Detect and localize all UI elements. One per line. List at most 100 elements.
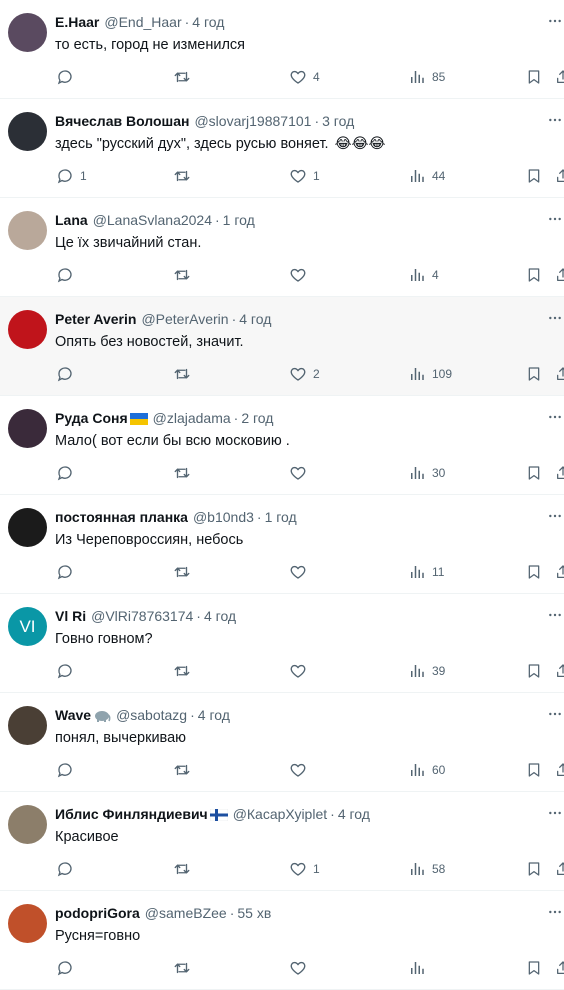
author-handle[interactable]: @КасарХуiplet (233, 806, 327, 822)
like-button[interactable]: 2 (289, 363, 320, 385)
more-horizontal-icon[interactable] (546, 111, 564, 129)
bookmark-button[interactable] (526, 363, 542, 385)
reply-button[interactable] (56, 858, 80, 880)
reply-button[interactable] (56, 66, 80, 88)
tweet-reply[interactable]: Вячеслав Волошан @slovarj19887101 · 3 го… (0, 99, 564, 198)
tweet-reply[interactable]: Руда Соня @zlajadama · 2 год Мало( вот е… (0, 396, 564, 495)
bookmark-button[interactable] (526, 957, 542, 979)
reply-button[interactable] (56, 561, 80, 583)
retweet-button[interactable] (172, 66, 192, 88)
more-horizontal-icon[interactable] (546, 309, 564, 327)
author-handle[interactable]: @sabotazg (116, 707, 187, 723)
author-handle[interactable]: @sameBZee (145, 905, 227, 921)
reply-button[interactable] (56, 264, 80, 286)
timestamp[interactable]: 1 год (265, 509, 297, 525)
like-button[interactable] (289, 561, 313, 583)
retweet-button[interactable] (172, 660, 192, 682)
timestamp[interactable]: 4 год (198, 707, 230, 723)
views-button[interactable]: 58 (408, 858, 445, 880)
author-name[interactable]: E.Haar (55, 14, 99, 30)
more-horizontal-icon[interactable] (546, 903, 564, 921)
avatar[interactable] (8, 409, 47, 448)
author-handle[interactable]: @zlajadama (153, 410, 231, 426)
share-button[interactable] (555, 165, 564, 187)
like-button[interactable]: 4 (289, 66, 320, 88)
reply-button[interactable] (56, 759, 80, 781)
author-handle[interactable]: @PeterAverin (141, 311, 228, 327)
timestamp[interactable]: 4 год (239, 311, 271, 327)
bookmark-button[interactable] (526, 660, 542, 682)
author-name[interactable]: Lana (55, 212, 88, 228)
tweet-reply[interactable]: E.Haar @End_Haar · 4 год то есть, город … (0, 0, 564, 99)
timestamp[interactable]: 1 год (223, 212, 255, 228)
views-button[interactable]: 60 (408, 759, 445, 781)
views-button[interactable]: 109 (408, 363, 452, 385)
more-horizontal-icon[interactable] (546, 804, 564, 822)
tweet-reply[interactable]: Peter Averin @PeterAverin · 4 год Опять … (0, 297, 564, 396)
reply-button[interactable] (56, 660, 80, 682)
author-name[interactable]: Руда Соня (55, 410, 128, 426)
bookmark-button[interactable] (526, 858, 542, 880)
avatar[interactable] (8, 805, 47, 844)
avatar[interactable] (8, 310, 47, 349)
author-name[interactable]: Vl Ri (55, 608, 86, 624)
author-handle[interactable]: @LanaSvlana2024 (93, 212, 212, 228)
author-handle[interactable]: @VlRi78763174 (91, 608, 193, 624)
timestamp[interactable]: 4 год (192, 14, 224, 30)
author-handle[interactable]: @slovarj19887101 (194, 113, 311, 129)
author-name[interactable]: Иблис Финляндиевич (55, 806, 208, 822)
retweet-button[interactable] (172, 561, 192, 583)
timestamp[interactable]: 2 год (241, 410, 273, 426)
author-name[interactable]: Wave (55, 707, 91, 723)
author-handle[interactable]: @End_Haar (104, 14, 181, 30)
share-button[interactable] (555, 660, 564, 682)
bookmark-button[interactable] (526, 462, 542, 484)
like-button[interactable] (289, 957, 313, 979)
reply-button[interactable] (56, 363, 80, 385)
retweet-button[interactable] (172, 858, 192, 880)
like-button[interactable]: 1 (289, 858, 320, 880)
more-horizontal-icon[interactable] (546, 606, 564, 624)
tweet-reply[interactable]: podopriGora @sameBZee · 55 хв Русня=говн… (0, 891, 564, 990)
like-button[interactable] (289, 264, 313, 286)
avatar[interactable] (8, 211, 47, 250)
timestamp[interactable]: 4 год (338, 806, 370, 822)
reply-button[interactable]: 1 (56, 165, 87, 187)
tweet-reply[interactable]: постоянная планка @b10nd3 · 1 год Из Чер… (0, 495, 564, 594)
retweet-button[interactable] (172, 165, 192, 187)
author-name[interactable]: Вячеслав Волошан (55, 113, 189, 129)
share-button[interactable] (555, 264, 564, 286)
more-horizontal-icon[interactable] (546, 12, 564, 30)
views-button[interactable]: 39 (408, 660, 445, 682)
avatar[interactable] (8, 904, 47, 943)
avatar[interactable] (8, 706, 47, 745)
avatar[interactable] (8, 112, 47, 151)
tweet-reply[interactable]: Иблис Финляндиевич @КасарХуiplet · 4 год… (0, 792, 564, 891)
views-button[interactable]: 4 (408, 264, 439, 286)
like-button[interactable] (289, 759, 313, 781)
views-button[interactable]: 85 (408, 66, 445, 88)
tweet-reply[interactable]: Wave @sabotazg · 4 год понял, вычеркиваю (0, 693, 564, 792)
more-horizontal-icon[interactable] (546, 408, 564, 426)
bookmark-button[interactable] (526, 561, 542, 583)
bookmark-button[interactable] (526, 66, 542, 88)
reply-button[interactable] (56, 462, 80, 484)
author-name[interactable]: Peter Averin (55, 311, 136, 327)
retweet-button[interactable] (172, 264, 192, 286)
reply-button[interactable] (56, 957, 80, 979)
views-button[interactable]: 30 (408, 462, 445, 484)
views-button[interactable] (408, 957, 432, 979)
retweet-button[interactable] (172, 759, 192, 781)
views-button[interactable]: 44 (408, 165, 445, 187)
timestamp[interactable]: 3 год (322, 113, 354, 129)
retweet-button[interactable] (172, 957, 192, 979)
more-horizontal-icon[interactable] (546, 210, 564, 228)
share-button[interactable] (555, 561, 564, 583)
author-name[interactable]: постоянная планка (55, 509, 188, 525)
retweet-button[interactable] (172, 462, 192, 484)
share-button[interactable] (555, 363, 564, 385)
share-button[interactable] (555, 858, 564, 880)
timestamp[interactable]: 4 год (204, 608, 236, 624)
retweet-button[interactable] (172, 363, 192, 385)
share-button[interactable] (555, 66, 564, 88)
